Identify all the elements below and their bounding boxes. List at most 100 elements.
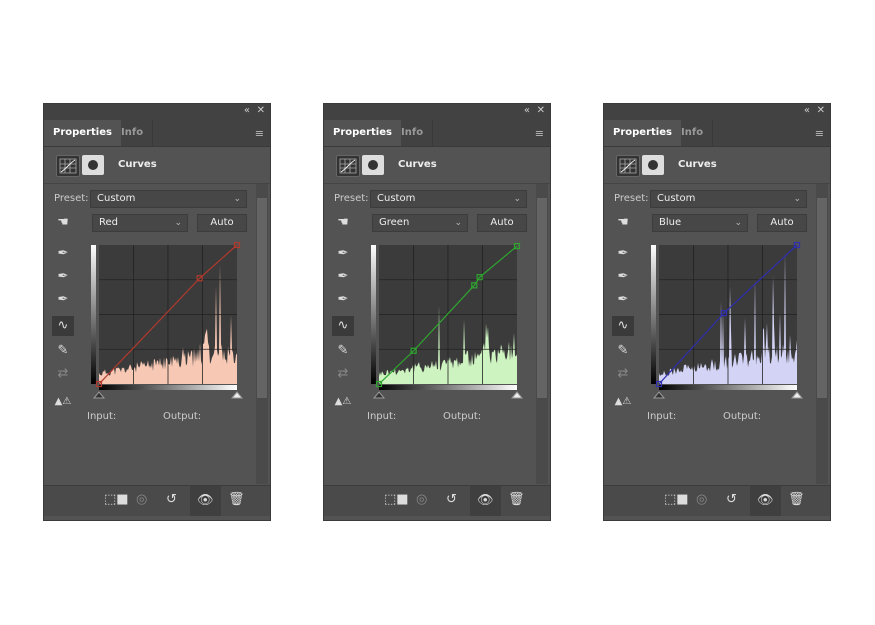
black-point-slider[interactable] xyxy=(92,391,106,399)
hamburger-menu-icon[interactable]: ≡ xyxy=(535,127,544,140)
clip-to-layer-icon[interactable]: ⬚■ xyxy=(664,492,689,507)
smooth-curve-icon[interactable]: ⇄ xyxy=(52,364,74,384)
eye-icon[interactable]: 👁 xyxy=(190,486,221,516)
tab-properties[interactable]: Properties xyxy=(44,120,121,146)
tab-info[interactable]: Info xyxy=(392,120,434,146)
curves-adjustment-icon[interactable] xyxy=(336,155,360,177)
white-point-eyedropper-icon[interactable]: ✒ xyxy=(612,290,634,310)
pencil-icon[interactable]: ✎ xyxy=(612,341,634,361)
panel-footer: ⬚■ ◎ ↺ 👁 🗑 xyxy=(604,485,830,516)
double-chevron-left-icon[interactable]: « xyxy=(244,105,250,116)
panel-tabs: Properties Info ≡ xyxy=(324,120,550,147)
preset-dropdown[interactable]: Custom ⌄ xyxy=(370,190,527,208)
scrollbar-thumb[interactable] xyxy=(537,198,547,398)
clipping-warning-icon[interactable]: ▲⚠ xyxy=(612,392,634,412)
white-point-eyedropper-icon[interactable]: ✒ xyxy=(332,290,354,310)
curves-adjustment-icon[interactable] xyxy=(56,155,80,177)
smooth-curve-icon[interactable]: ⇄ xyxy=(332,364,354,384)
scrollbar[interactable] xyxy=(256,184,268,484)
scrollbar[interactable] xyxy=(536,184,548,484)
gray-point-eyedropper-icon[interactable]: ✒ xyxy=(612,267,634,287)
double-chevron-left-icon[interactable]: « xyxy=(524,105,530,116)
adjustment-title: Curves xyxy=(118,159,157,170)
close-icon[interactable]: ✕ xyxy=(257,105,265,116)
chevron-down-icon: ⌄ xyxy=(734,218,742,228)
layer-mask-icon[interactable] xyxy=(82,155,104,175)
close-icon[interactable]: ✕ xyxy=(817,105,825,116)
preset-dropdown[interactable]: Custom ⌄ xyxy=(650,190,807,208)
target-adjustment-hand-icon[interactable]: ☚ xyxy=(52,213,74,233)
target-adjustment-hand-icon[interactable]: ☚ xyxy=(612,213,634,233)
tab-info[interactable]: Info xyxy=(112,120,154,146)
reset-icon[interactable]: ↺ xyxy=(446,492,457,507)
white-point-eyedropper-icon[interactable]: ✒ xyxy=(52,290,74,310)
hamburger-menu-icon[interactable]: ≡ xyxy=(255,127,264,140)
channel-dropdown[interactable]: Blue ⌄ xyxy=(652,214,748,232)
black-point-slider[interactable] xyxy=(652,391,666,399)
channel-dropdown[interactable]: Green ⌄ xyxy=(372,214,468,232)
view-previous-icon[interactable]: ◎ xyxy=(416,492,427,507)
curves-properties-panel: « ✕ Properties Info ≡ Curves Preset: Cus… xyxy=(603,103,831,521)
preset-value: Custom xyxy=(97,193,136,204)
adjustment-title: Curves xyxy=(398,159,437,170)
reset-icon[interactable]: ↺ xyxy=(726,492,737,507)
auto-button[interactable]: Auto xyxy=(477,214,527,232)
curves-adjustment-icon[interactable] xyxy=(616,155,640,177)
channel-dropdown[interactable]: Red ⌄ xyxy=(92,214,188,232)
eye-icon[interactable]: 👁 xyxy=(750,486,781,516)
clip-to-layer-icon[interactable]: ⬚■ xyxy=(104,492,129,507)
panel-titlebar: « ✕ xyxy=(44,104,270,120)
clipping-warning-icon[interactable]: ▲⚠ xyxy=(332,392,354,412)
curves-graph[interactable] xyxy=(648,242,808,412)
black-point-eyedropper-icon[interactable]: ✒ xyxy=(52,244,74,264)
eye-icon[interactable]: 👁 xyxy=(470,486,501,516)
panel-titlebar: « ✕ xyxy=(324,104,550,120)
tab-info[interactable]: Info xyxy=(672,120,714,146)
input-gradient-bar xyxy=(379,385,517,390)
target-adjustment-hand-icon[interactable]: ☚ xyxy=(332,213,354,233)
black-point-slider[interactable] xyxy=(372,391,386,399)
reset-icon[interactable]: ↺ xyxy=(166,492,177,507)
layer-mask-icon[interactable] xyxy=(362,155,384,175)
scrollbar-thumb[interactable] xyxy=(257,198,267,398)
view-previous-icon[interactable]: ◎ xyxy=(136,492,147,507)
curve-point-tool-icon[interactable]: ∿ xyxy=(612,316,634,336)
tab-properties[interactable]: Properties xyxy=(604,120,681,146)
preset-dropdown[interactable]: Custom ⌄ xyxy=(90,190,247,208)
white-point-slider[interactable] xyxy=(790,391,804,399)
trash-icon[interactable]: 🗑 xyxy=(508,492,525,507)
view-previous-icon[interactable]: ◎ xyxy=(696,492,707,507)
white-point-slider[interactable] xyxy=(230,391,244,399)
curves-graph[interactable] xyxy=(368,242,528,412)
curve-point-tool-icon[interactable]: ∿ xyxy=(52,316,74,336)
preset-label: Preset: xyxy=(334,193,369,204)
black-point-eyedropper-icon[interactable]: ✒ xyxy=(612,244,634,264)
clipping-warning-icon[interactable]: ▲⚠ xyxy=(52,392,74,412)
black-point-eyedropper-icon[interactable]: ✒ xyxy=(332,244,354,264)
pencil-icon[interactable]: ✎ xyxy=(52,341,74,361)
auto-button[interactable]: Auto xyxy=(757,214,807,232)
auto-button[interactable]: Auto xyxy=(197,214,247,232)
white-point-slider[interactable] xyxy=(510,391,524,399)
gray-point-eyedropper-icon[interactable]: ✒ xyxy=(332,267,354,287)
hamburger-menu-icon[interactable]: ≡ xyxy=(815,127,824,140)
trash-icon[interactable]: 🗑 xyxy=(788,492,805,507)
smooth-curve-icon[interactable]: ⇄ xyxy=(612,364,634,384)
close-icon[interactable]: ✕ xyxy=(537,105,545,116)
curves-graph[interactable] xyxy=(88,242,248,412)
adjustment-header: Curves xyxy=(44,147,270,184)
channel-value: Red xyxy=(99,217,118,228)
pencil-icon[interactable]: ✎ xyxy=(332,341,354,361)
tab-properties[interactable]: Properties xyxy=(324,120,401,146)
scrollbar-thumb[interactable] xyxy=(817,198,827,398)
scrollbar[interactable] xyxy=(816,184,828,484)
output-label: Output: xyxy=(723,411,762,422)
trash-icon[interactable]: 🗑 xyxy=(228,492,245,507)
layer-mask-icon[interactable] xyxy=(642,155,664,175)
gray-point-eyedropper-icon[interactable]: ✒ xyxy=(52,267,74,287)
input-gradient-bar xyxy=(659,385,797,390)
curve-point-tool-icon[interactable]: ∿ xyxy=(332,316,354,336)
clip-to-layer-icon[interactable]: ⬚■ xyxy=(384,492,409,507)
input-gradient-bar xyxy=(99,385,237,390)
double-chevron-left-icon[interactable]: « xyxy=(804,105,810,116)
